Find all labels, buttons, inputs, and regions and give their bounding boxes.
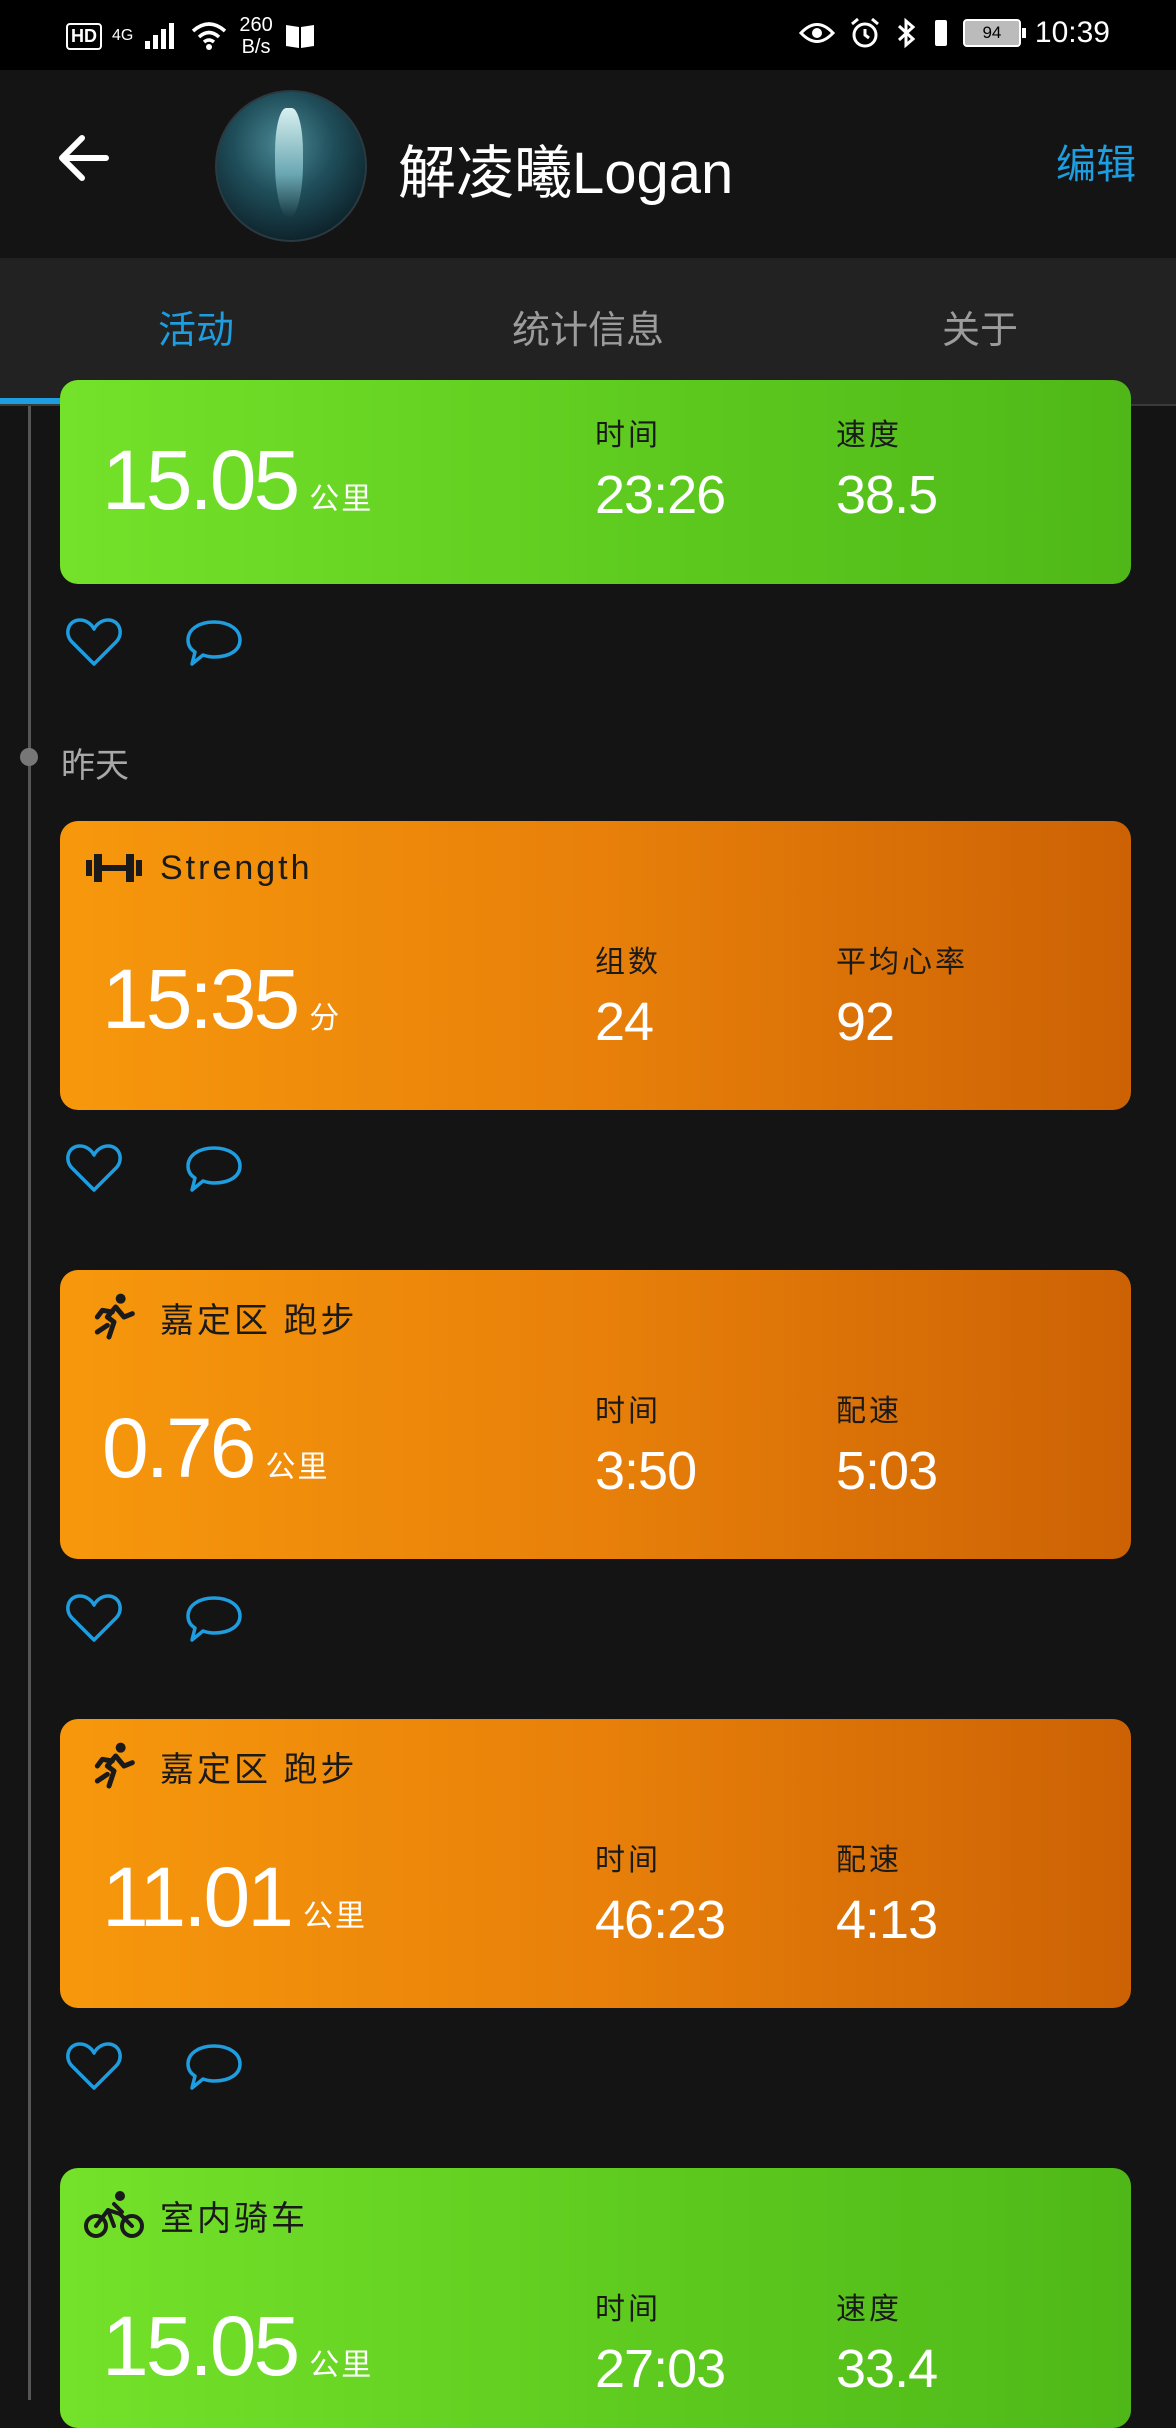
alarm-icon [850,17,879,48]
stat-label-time: 时间 [595,1844,661,1877]
like-heart-icon[interactable] [64,614,124,670]
battery-indicator: 94 [962,19,1026,47]
stat-label-speed: 速度 [836,2293,902,2326]
dumbbell-icon [86,854,142,882]
activity-value: 15.05 [102,2299,300,2393]
card-title: Strength [84,843,313,893]
profile-name: 解凌曦Logan [398,141,734,206]
clock: 10:39 [1034,16,1110,49]
stat-label-pace: 配速 [836,1844,902,1877]
stat-value-pace: 4:13 [836,1890,938,1950]
stat-value-avg-hr: 92 [836,992,895,1052]
comment-bubble-icon[interactable] [184,614,244,670]
eye-icon [798,23,835,43]
activity-unit: 公里 [302,1900,367,1933]
activity-value: 15:35 [102,952,300,1046]
stat-value-time: 27:03 [595,2339,726,2399]
running-icon [94,1742,135,1789]
activity-distance: 15.05 公里 [102,432,373,529]
day-label: 昨天 [61,747,129,785]
activity-value: 0.76 [102,1401,256,1495]
stat-value-time: 3:50 [595,1441,697,1501]
stat-label-speed: 速度 [836,419,902,452]
card-title-text: 室内骑车 [160,2199,308,2238]
activity-duration: 15:35 分 [102,951,341,1048]
stat-label-sets: 组数 [595,946,661,979]
activity-value: 11.01 [102,1850,294,1944]
wifi-icon [192,22,227,50]
comment-bubble-icon[interactable] [184,1140,244,1196]
stat-label-pace: 配速 [836,1395,902,1428]
hd-badge: HD [66,22,102,50]
like-heart-icon[interactable] [64,2038,124,2094]
card-actions [64,1590,244,1646]
activity-distance: 0.76 公里 [102,1400,330,1497]
book-icon [285,25,314,48]
avatar[interactable] [215,90,367,242]
network-type: 4G [112,27,134,44]
activity-distance: 11.01 公里 [102,1849,367,1946]
bluetooth-icon [897,17,916,49]
activity-unit: 公里 [265,1451,330,1484]
activity-card-run[interactable]: 嘉定区 跑步 0.76 公里 时间 3:50 配速 5:03 [60,1270,1131,1559]
profile-header: 解凌曦Logan 编辑 [0,70,1176,258]
stat-label-avg-hr: 平均心率 [836,946,968,979]
activity-unit: 分 [309,1002,342,1035]
stat-label-time: 时间 [595,419,661,452]
timeline-dot [20,748,38,766]
status-bar: HD 4G 260 B/s 94 10:39 [0,0,1176,70]
stat-value-sets: 24 [595,992,654,1052]
activity-value: 15.05 [102,433,300,527]
stat-value-speed: 38.5 [836,465,938,525]
signal-icon [145,23,175,49]
speed-value: 260 [239,14,273,36]
speed-unit: B/s [241,36,271,58]
network-speed: 260 B/s [239,14,272,58]
card-title-text: 嘉定区 跑步 [160,1301,358,1340]
activity-distance: 15.05 公里 [102,2298,373,2395]
activity-card-indoor-cycling[interactable]: 室内骑车 15.05 公里 时间 27:03 速度 33.4 [60,2168,1131,2428]
status-right: 94 10:39 [798,16,1110,50]
avatar-image [275,108,303,218]
card-title-text: Strength [160,848,313,887]
activity-unit: 公里 [309,483,374,516]
cycling-icon [84,2191,144,2238]
activity-unit: 公里 [309,2349,374,2382]
stat-value-time: 23:26 [595,465,726,525]
stat-label-time: 时间 [595,1395,661,1428]
activity-card-cycling[interactable]: 15.05 公里 时间 23:26 速度 38.5 [60,380,1131,584]
activity-card-strength[interactable]: Strength 15:35 分 组数 24 平均心率 92 [60,821,1131,1110]
card-title-text: 嘉定区 跑步 [160,1750,358,1789]
edit-button[interactable]: 编辑 [1056,132,1136,190]
vibrate-icon [934,20,947,46]
stat-value-pace: 5:03 [836,1441,938,1501]
card-title: 嘉定区 跑步 [84,1741,357,1791]
comment-bubble-icon[interactable] [184,1590,244,1646]
timeline-line [28,406,31,2400]
card-title: 嘉定区 跑步 [84,1292,357,1342]
like-heart-icon[interactable] [64,1590,124,1646]
card-actions [64,2038,244,2094]
card-actions [64,1140,244,1196]
card-title: 室内骑车 [84,2190,308,2240]
stat-label-time: 时间 [595,2293,661,2326]
comment-bubble-icon[interactable] [184,2038,244,2094]
status-left: HD 4G 260 B/s [66,14,317,58]
stat-value-time: 46:23 [595,1890,726,1950]
card-actions [64,614,244,670]
stat-value-speed: 33.4 [836,2339,938,2399]
like-heart-icon[interactable] [64,1140,124,1196]
activity-card-run[interactable]: 嘉定区 跑步 11.01 公里 时间 46:23 配速 4:13 [60,1719,1131,2008]
running-icon [94,1293,135,1340]
back-arrow-icon[interactable] [52,126,116,190]
